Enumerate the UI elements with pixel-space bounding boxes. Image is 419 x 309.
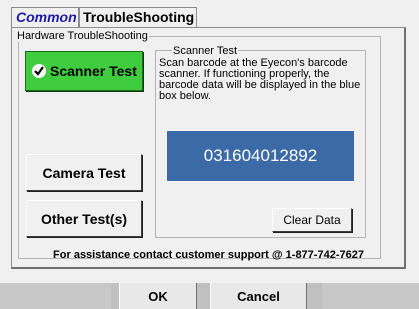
button-bar-gap — [307, 283, 322, 309]
clear-data-label: Clear Data — [283, 213, 341, 227]
button-bar-spacer-right — [322, 283, 419, 309]
button-bar-spacer-left — [0, 283, 111, 309]
check-icon — [32, 64, 46, 78]
barcode-display: 031604012892 — [167, 131, 354, 181]
tab-troubleshooting[interactable]: TroubleShooting — [79, 7, 197, 27]
other-tests-button[interactable]: Other Test(s) — [26, 200, 142, 237]
scanner-test-label: Scanner Test — [50, 63, 137, 79]
troubleshooting-panel: Hardware TroubleShooting Scanner Test Ca… — [11, 27, 406, 269]
clear-data-button[interactable]: Clear Data — [272, 208, 352, 232]
camera-test-button[interactable]: Camera Test — [26, 154, 142, 191]
other-tests-label: Other Test(s) — [40, 210, 128, 227]
barcode-value: 031604012892 — [203, 146, 318, 165]
scanner-test-description: Scan barcode at the Eyecon's barcode sca… — [159, 57, 361, 102]
button-bar-gap — [111, 283, 119, 309]
camera-test-label: Camera Test — [42, 164, 126, 181]
hardware-troubleshooting-legend: Hardware TroubleShooting — [16, 30, 149, 42]
scanner-test-button[interactable]: Scanner Test — [25, 51, 143, 91]
tab-common[interactable]: Common — [11, 7, 79, 27]
support-text: For assistance contact customer support … — [53, 249, 364, 261]
ok-button[interactable]: OK — [119, 283, 197, 309]
cancel-button[interactable]: Cancel — [210, 283, 307, 309]
button-bar-gap — [197, 283, 210, 309]
scanner-test-legend: Scanner Test — [172, 45, 239, 57]
dialog-button-bar: OK Cancel — [0, 283, 419, 309]
